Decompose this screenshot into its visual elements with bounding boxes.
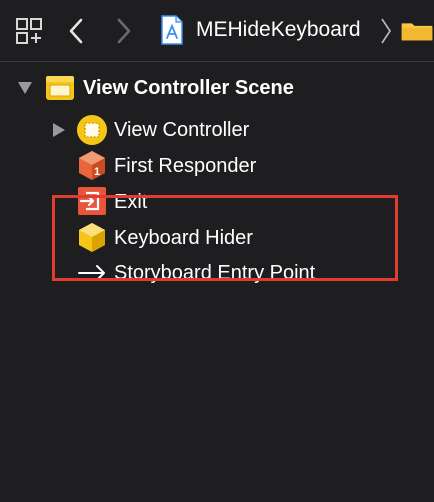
outline-item-keyboard-hider[interactable]: Keyboard Hider <box>114 221 253 255</box>
outline-item-first-responder[interactable]: First Responder <box>114 149 256 183</box>
forward-chevron-icon[interactable] <box>110 16 136 46</box>
storyboard-entry-point-label: Storyboard Entry Point <box>114 261 316 284</box>
view-controller-icon <box>76 114 108 146</box>
back-chevron-icon[interactable] <box>64 16 90 46</box>
exit-label: Exit <box>114 190 148 213</box>
outline-item-exit[interactable]: Exit <box>114 185 147 219</box>
breadcrumb-file-label[interactable]: MEHideKeyboard <box>196 18 361 42</box>
document-outline: View Controller Scene View Controller 1 … <box>0 62 434 502</box>
keyboard-hider-label: Keyboard Hider <box>114 226 253 249</box>
storyboard-file-icon[interactable] <box>159 14 185 46</box>
scene-disclosure-triangle-icon[interactable] <box>16 79 34 97</box>
svg-text:1: 1 <box>94 166 100 178</box>
scene-row[interactable]: View Controller Scene <box>83 71 294 105</box>
jump-bar: MEHideKeyboard <box>0 0 434 62</box>
folder-icon[interactable] <box>400 18 434 44</box>
entry-arrow-icon <box>76 259 108 291</box>
first-responder-icon: 1 <box>76 149 108 181</box>
breadcrumb-separator-icon <box>378 16 394 46</box>
related-items-grid-icon[interactable] <box>15 17 43 45</box>
view-controller-label: View Controller <box>114 118 250 141</box>
object-cube-icon <box>76 221 108 253</box>
scene-icon <box>44 72 76 104</box>
scene-label: View Controller Scene <box>83 76 294 99</box>
first-responder-label: First Responder <box>114 154 257 177</box>
view-controller-disclosure-triangle-icon[interactable] <box>50 121 68 139</box>
outline-item-view-controller[interactable]: View Controller <box>114 113 249 147</box>
outline-item-storyboard-entry-point[interactable]: Storyboard Entry Point <box>114 256 315 290</box>
exit-icon <box>76 185 108 217</box>
